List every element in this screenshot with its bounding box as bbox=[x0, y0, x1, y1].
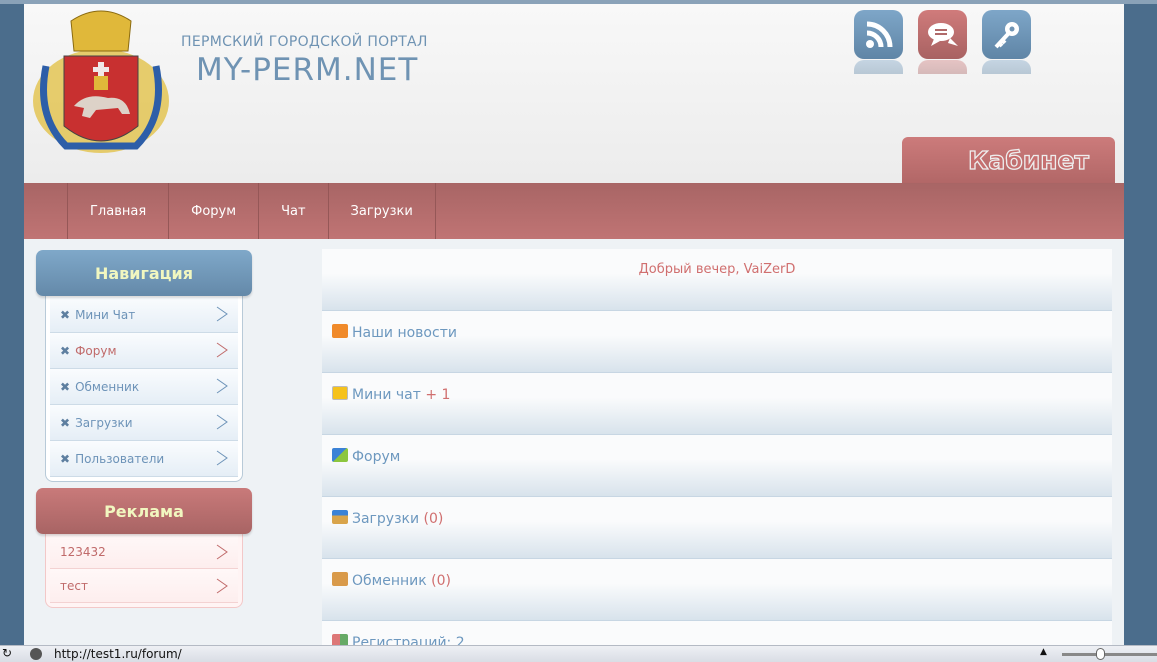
section-label[interactable]: Наши новости bbox=[352, 325, 457, 341]
globe-icon bbox=[30, 648, 42, 660]
sidebar-item-label: Обменник bbox=[75, 379, 140, 394]
section-label: Регистраций: 2 bbox=[352, 635, 465, 645]
nav-home[interactable]: Главная bbox=[67, 183, 170, 239]
main-nav: Главная Форум Чат Загрузки bbox=[24, 183, 1124, 239]
chevron-right-icon bbox=[216, 378, 228, 394]
count: (0) bbox=[431, 573, 451, 589]
ad-item-label: тест bbox=[60, 578, 88, 593]
chevron-right-icon bbox=[216, 544, 228, 560]
download-icon bbox=[332, 510, 348, 524]
news-icon bbox=[332, 324, 348, 338]
status-url: http://test1.ru/forum/ bbox=[54, 647, 182, 661]
cross-icon: ✖ bbox=[60, 451, 71, 466]
forum-icon bbox=[332, 448, 348, 462]
chat-icon-reflection bbox=[918, 60, 967, 74]
new-count: + 1 bbox=[425, 387, 451, 403]
cross-icon: ✖ bbox=[60, 379, 71, 394]
navigation-list: ✖ Мини Чат ✖ Форум ✖ Обменник ✖ Загрузки ✖ По… bbox=[45, 292, 243, 482]
cross-icon: ✖ bbox=[60, 415, 71, 430]
section-registrations: Регистраций: 2 bbox=[322, 621, 1112, 645]
zoom-slider-knob[interactable] bbox=[1096, 648, 1105, 660]
cross-icon: ✖ bbox=[60, 343, 71, 358]
page: ПЕРМСКИЙ ГОРОДСКОЙ ПОРТАЛ MY-PERM.NET Ка… bbox=[24, 4, 1124, 645]
nav-forum[interactable]: Форум bbox=[169, 183, 260, 239]
main-content: Добрый вечер, VaiZerD Наши новости Мини … bbox=[322, 249, 1112, 645]
section-forum[interactable]: Форум bbox=[322, 435, 1112, 497]
rss-icon[interactable] bbox=[854, 10, 903, 59]
ad-item[interactable]: 123432 bbox=[50, 535, 238, 569]
chevron-right-icon bbox=[216, 342, 228, 358]
greeting: Добрый вечер, VaiZerD bbox=[322, 249, 1112, 311]
coat-of-arms-logo[interactable] bbox=[26, 6, 176, 156]
chat-icon[interactable] bbox=[918, 10, 967, 59]
sidebar-item-downloads[interactable]: ✖ Загрузки bbox=[50, 405, 238, 441]
sidebar-item-users[interactable]: ✖ Пользователи bbox=[50, 441, 238, 477]
section-label[interactable]: Форум bbox=[352, 449, 400, 465]
users-icon bbox=[332, 634, 348, 645]
loading-icon: ↻ bbox=[2, 646, 13, 660]
nav-chat[interactable]: Чат bbox=[259, 183, 329, 239]
portal-subtitle: ПЕРМСКИЙ ГОРОДСКОЙ ПОРТАЛ bbox=[181, 34, 428, 50]
sidebar-item-label: Пользователи bbox=[75, 451, 165, 466]
zoom-slider[interactable] bbox=[1062, 653, 1157, 656]
ad-item-label: 123432 bbox=[60, 544, 106, 559]
cross-icon: ✖ bbox=[60, 307, 71, 322]
sidebar-item-label: Мини Чат bbox=[75, 307, 136, 322]
chevron-right-icon bbox=[216, 578, 228, 594]
ads-list: 123432 тест bbox=[45, 530, 243, 608]
sidebar-item-exchange[interactable]: ✖ Обменник bbox=[50, 369, 238, 405]
navigation-block-title: Навигация bbox=[36, 250, 252, 296]
count: (0) bbox=[423, 511, 444, 527]
nav-downloads[interactable]: Загрузки bbox=[329, 183, 436, 239]
sidebar-item-forum[interactable]: ✖ Форум bbox=[50, 333, 238, 369]
chevron-right-icon bbox=[216, 414, 228, 430]
section-downloads[interactable]: Загрузки (0) bbox=[322, 497, 1112, 559]
key-icon[interactable] bbox=[982, 10, 1031, 59]
portal-title[interactable]: MY-PERM.NET bbox=[196, 52, 418, 88]
rss-icon-reflection bbox=[854, 60, 903, 74]
chevron-right-icon bbox=[216, 306, 228, 322]
browser-status-bar: ↻ http://test1.ru/forum/ ▲ bbox=[0, 645, 1157, 662]
section-exchange[interactable]: Обменник (0) bbox=[322, 559, 1112, 621]
key-icon-reflection bbox=[982, 60, 1031, 74]
header: ПЕРМСКИЙ ГОРОДСКОЙ ПОРТАЛ MY-PERM.NET Ка… bbox=[24, 4, 1124, 183]
section-label[interactable]: Обменник bbox=[352, 573, 427, 589]
sidebar: Навигация ✖ Мини Чат ✖ Форум ✖ Обменник ✖ За… bbox=[36, 250, 252, 608]
section-label[interactable]: Мини чат bbox=[352, 387, 421, 403]
sidebar-item-label: Форум bbox=[75, 343, 117, 358]
monitor-icon bbox=[332, 386, 348, 400]
zoom-arrow-icon[interactable]: ▲ bbox=[1040, 647, 1047, 657]
section-label[interactable]: Загрузки bbox=[352, 511, 419, 527]
chevron-right-icon bbox=[216, 450, 228, 466]
sidebar-item-mini-chat[interactable]: ✖ Мини Чат bbox=[50, 297, 238, 333]
cabinet-tab[interactable]: Кабинет bbox=[902, 137, 1115, 183]
ads-block-title: Реклама bbox=[36, 488, 252, 534]
section-mini-chat[interactable]: Мини чат + 1 bbox=[322, 373, 1112, 435]
section-news[interactable]: Наши новости bbox=[322, 311, 1112, 373]
sidebar-item-label: Загрузки bbox=[75, 415, 133, 430]
ad-item[interactable]: тест bbox=[50, 569, 238, 603]
exchange-icon bbox=[332, 572, 348, 586]
